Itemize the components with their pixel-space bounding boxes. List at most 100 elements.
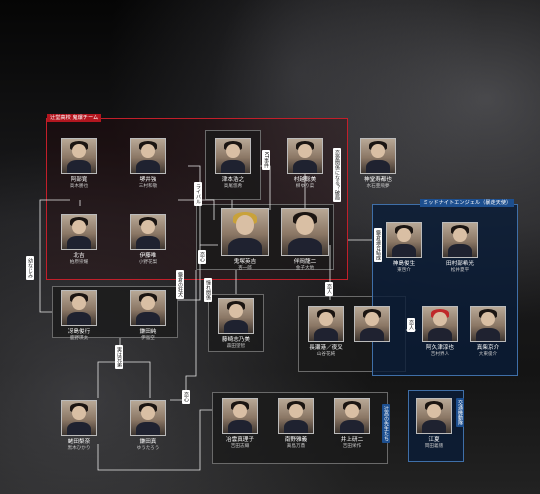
- relation-lover: 恋人: [325, 282, 333, 296]
- character-name: 阿部寛: [70, 177, 88, 183]
- character-actor: 小野花梨: [138, 260, 158, 265]
- character-saeshima[interactable]: 冴島俊行 鹿野瑛太: [57, 290, 101, 342]
- character-jinshima[interactable]: 神島俊生 東啓介: [382, 222, 426, 274]
- character-nagase-alt[interactable]: [350, 306, 394, 342]
- relation-childhood: 幼なじみ: [26, 256, 34, 280]
- character-actor: 森田望智: [226, 344, 246, 349]
- relation-siblings: 実は兄弟: [115, 345, 123, 369]
- character-actor: 伊島空: [141, 336, 155, 341]
- character-photo: [281, 208, 329, 256]
- character-name: 鎌田純: [139, 329, 157, 335]
- character-photo: [61, 214, 97, 250]
- character-saiga[interactable]: 冶雲真理子 吉田志織: [218, 398, 262, 450]
- character-photo: [287, 138, 323, 174]
- character-name: 北吉: [73, 253, 85, 259]
- character-actor: 水石亜飛夢: [366, 184, 390, 189]
- relation-scrap: 恋愛関係になる？破局: [333, 148, 341, 202]
- character-name: 真柴京介: [476, 345, 500, 351]
- character-sakai[interactable]: 堺井強 三村和敬: [126, 138, 170, 190]
- character-name: 伊藤唯: [139, 253, 157, 259]
- character-kamata[interactable]: 鎌田純 伊島空: [126, 290, 170, 342]
- relation-bond: 鎌倉の狂犬: [176, 270, 184, 299]
- character-tamura[interactable]: 田村部希光 松井夏平: [438, 222, 482, 274]
- character-aoe[interactable]: 阿久津淳也 吉村界人: [418, 306, 462, 358]
- character-name: 江夏: [428, 437, 440, 443]
- character-actor: 黒木ひかり: [67, 446, 91, 451]
- character-name: 冶雲真理子: [226, 437, 254, 443]
- relation-rival: 鎌倉連合結成: [374, 228, 382, 262]
- character-actor: 三村和敬: [138, 184, 158, 189]
- character-actor: 山谷花純: [316, 352, 336, 357]
- character-photo: [215, 138, 251, 174]
- relation-senpai: ライバル: [194, 182, 202, 206]
- character-actor: 金子大地: [295, 266, 315, 271]
- character-photo: [360, 138, 396, 174]
- character-abe[interactable]: 阿部寛 高木勝也: [57, 138, 101, 190]
- character-photo: [130, 400, 166, 436]
- character-name: 鬼塚英吉: [233, 259, 257, 265]
- character-photo: [130, 138, 166, 174]
- character-actor: ゆうたろう: [136, 446, 160, 451]
- character-kamizake[interactable]: 神堂寿都也 水石亜飛夢: [356, 138, 400, 190]
- character-actor: 柏原崇耀: [69, 260, 89, 265]
- character-name: 伴岡龍二: [293, 259, 317, 265]
- relation-kt: KT事件: [262, 150, 270, 170]
- character-name: 堺井強: [139, 177, 157, 183]
- character-name: 神堂寿都也: [364, 177, 392, 183]
- character-photo: [354, 306, 390, 342]
- character-actor: 高尾悠希: [223, 184, 243, 189]
- character-actor: 杏一郎: [238, 266, 252, 271]
- character-photo: [308, 306, 344, 342]
- character-tsuji[interactable]: 蛯田梨奈 黒木ひかり: [57, 400, 101, 452]
- character-name: 鎌田真: [139, 439, 157, 445]
- character-name: 長瀬港／夜叉: [309, 345, 343, 351]
- character-photo: [278, 398, 314, 434]
- character-photo: [416, 398, 452, 434]
- character-tomonoi[interactable]: 伴岡龍二 金子大地: [278, 208, 332, 272]
- character-onizuka[interactable]: 鬼塚英吉 杏一郎: [218, 208, 272, 272]
- character-photo: [334, 398, 370, 434]
- character-tsumoto[interactable]: 津本浩之 高尾悠希: [211, 138, 255, 190]
- character-photo: [61, 290, 97, 326]
- character-photo: [130, 214, 166, 250]
- character-ibuki[interactable]: 伊藤唯 小野花梨: [126, 214, 170, 266]
- relation-love1: 恋心: [198, 250, 206, 264]
- character-actor: 柳ゆり菜: [295, 184, 315, 189]
- character-fujisaki[interactable]: 藤崎志乃美 森田望智: [214, 298, 258, 350]
- character-inoue[interactable]: 井上研二 吉田栄作: [330, 398, 374, 450]
- character-actor: 眞島万鼎: [286, 444, 306, 449]
- character-name: 蛯田梨奈: [67, 439, 91, 445]
- character-kitayoshi[interactable]: 北吉 柏原崇耀: [57, 214, 101, 266]
- relation-sister: 憧れ関係: [204, 278, 212, 302]
- character-nagase[interactable]: 長瀬港／夜叉 山谷花純: [304, 306, 348, 358]
- relation-lover2: 恋人: [407, 318, 415, 332]
- character-name: 南野雅義: [284, 437, 308, 443]
- character-photo: [422, 306, 458, 342]
- character-photo: [61, 400, 97, 436]
- character-photo: [222, 398, 258, 434]
- character-kamata-m[interactable]: 鎌田真 ゆうたろう: [126, 400, 170, 452]
- character-name: 阿久津淳也: [426, 345, 454, 351]
- character-actor: 東啓介: [397, 268, 411, 273]
- character-emamoto[interactable]: 江夏 岡田義徳: [412, 398, 456, 450]
- character-photo: [130, 290, 166, 326]
- character-photo: [442, 222, 478, 258]
- character-murashiba[interactable]: 村越聡美 柳ゆり菜: [283, 138, 327, 190]
- character-photo: [61, 138, 97, 174]
- character-photo: [218, 298, 254, 334]
- character-actor: 高木勝也: [69, 184, 89, 189]
- character-mamiya[interactable]: 真柴京介 大東俊介: [466, 306, 510, 358]
- character-name: 冴島俊行: [67, 329, 91, 335]
- character-minamino[interactable]: 南野雅義 眞島万鼎: [274, 398, 318, 450]
- character-photo: [221, 208, 269, 256]
- character-name: 神島俊生: [392, 261, 416, 267]
- character-name: 藤崎志乃美: [222, 337, 250, 343]
- character-actor: 鹿野瑛太: [69, 336, 89, 341]
- character-name: 村越聡美: [293, 177, 317, 183]
- character-actor: 大東俊介: [478, 352, 498, 357]
- character-name: 津本浩之: [221, 177, 245, 183]
- character-actor: 吉田志織: [230, 444, 250, 449]
- character-actor: 吉村界人: [430, 352, 450, 357]
- character-actor: 吉田栄作: [342, 444, 362, 449]
- character-actor: 松井夏平: [450, 268, 470, 273]
